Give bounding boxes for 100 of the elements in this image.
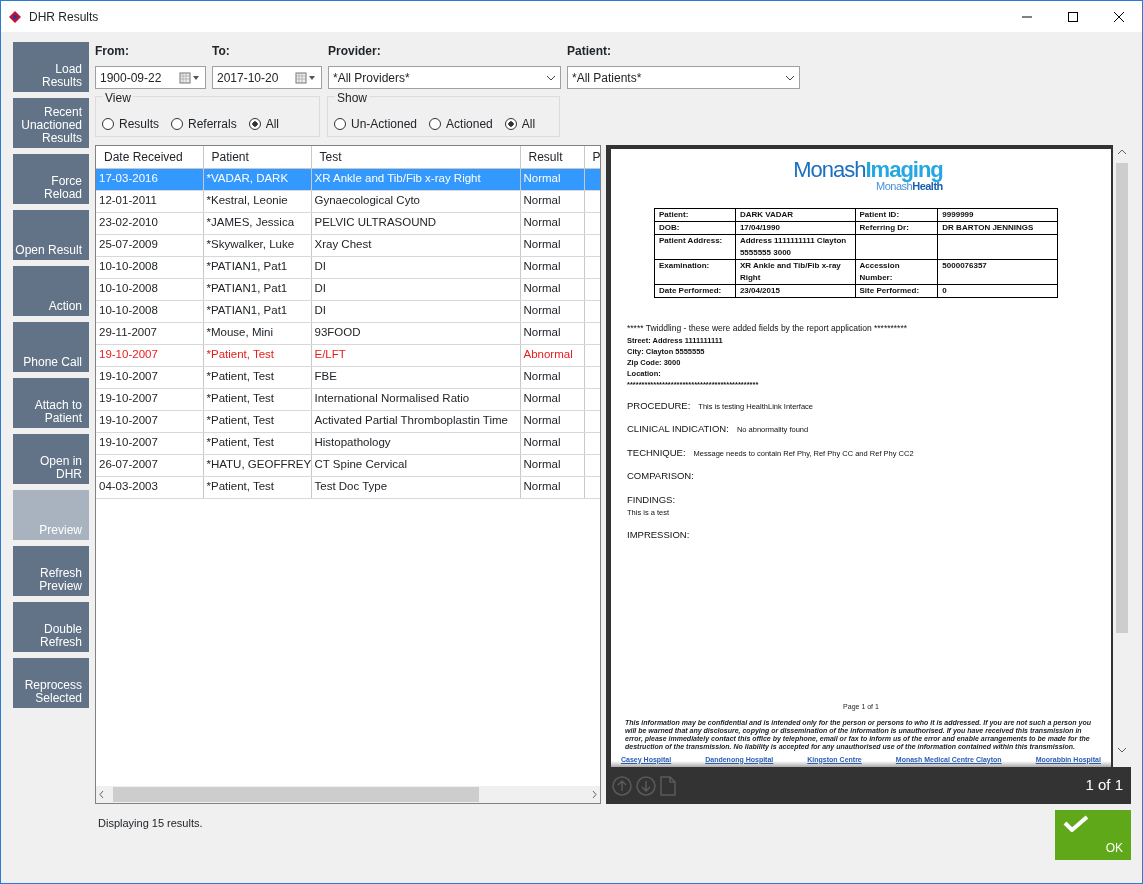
table-cell: *Patient, Test xyxy=(203,366,311,388)
field-label: Provider: xyxy=(328,43,382,60)
table-cell: 12-01-2011 xyxy=(96,190,203,212)
radio-label[interactable]: Referrals xyxy=(188,115,237,133)
table-cell: *Patient, Test xyxy=(203,432,311,454)
page-counter: 1 of 1 xyxy=(1085,775,1124,796)
close-icon xyxy=(1114,11,1124,22)
table-cell: PELVIC ULTRASOUND xyxy=(311,212,520,234)
table-cell: 25-07-2009 xyxy=(96,234,203,256)
table-cell: 19-10-2007 xyxy=(96,344,203,366)
table-cell: 04-03-2003 xyxy=(96,476,203,498)
column-header[interactable]: Result xyxy=(520,146,584,168)
dropdown[interactable]: *All Providers* xyxy=(328,66,561,89)
table-cell: 19-10-2007 xyxy=(96,388,203,410)
sidebar-button[interactable]: Attach to Patient xyxy=(13,378,89,428)
sidebar-button[interactable]: Force Reload xyxy=(13,154,89,204)
table-cell: 10-10-2008 xyxy=(96,278,203,300)
table-cell: DI xyxy=(311,300,520,322)
app-icon xyxy=(9,10,21,23)
table-cell: *Skywalker, Luke xyxy=(203,234,311,256)
table-cell: Normal xyxy=(520,366,584,388)
table-cell: 19-10-2007 xyxy=(96,366,203,388)
column-header[interactable]: Patient xyxy=(203,146,311,168)
sidebar-button[interactable]: Open Result xyxy=(13,210,89,260)
report-text: ***** Twiddling - these were added fields by the report application ********** xyxy=(627,322,909,335)
table-cell: FBE xyxy=(311,366,520,388)
table-cell: DI xyxy=(311,278,520,300)
radio-label[interactable]: All xyxy=(521,115,536,133)
sidebar-button[interactable]: Load Results xyxy=(13,42,89,92)
report-field: DOB: xyxy=(659,223,680,232)
table-cell: Normal xyxy=(520,454,584,476)
radio-label[interactable]: Un-Actioned xyxy=(351,115,418,133)
calendar-icon[interactable] xyxy=(295,71,317,84)
radio-button[interactable] xyxy=(248,118,261,130)
table-cell: CT Spine Cervical xyxy=(311,454,520,476)
table-cell: *JAMES, Jessica xyxy=(203,212,311,234)
radio-label[interactable]: Results xyxy=(119,115,159,133)
table-cell: 10-10-2008 xyxy=(96,300,203,322)
table-cell: *Patient, Test xyxy=(203,410,311,432)
table-cell: *Mouse, Mini xyxy=(203,322,311,344)
section-heading: PROCEDURE: xyxy=(627,399,691,411)
radio-button[interactable] xyxy=(429,118,442,130)
table-cell: Normal xyxy=(520,388,584,410)
table-cell: Test Doc Type xyxy=(311,476,520,498)
table-cell: *PATIAN1, Pat1 xyxy=(203,278,311,300)
table-cell: *PATIAN1, Pat1 xyxy=(203,256,311,278)
table-cell: Normal xyxy=(520,190,584,212)
section-heading: TECHNIQUE: xyxy=(627,446,686,458)
checkmark-icon xyxy=(1063,814,1089,832)
table-cell: Normal xyxy=(520,300,584,322)
window-title: DHR Results xyxy=(29,8,100,26)
table-cell: *PATIAN1, Pat1 xyxy=(203,300,311,322)
radio-button[interactable] xyxy=(334,118,346,130)
status-text: Displaying 15 results. xyxy=(97,816,204,831)
report-field: 0 xyxy=(942,286,947,295)
radio-label[interactable]: All xyxy=(265,115,280,133)
table-cell: Normal xyxy=(520,212,584,234)
table-cell: Gynaecological Cyto xyxy=(311,190,520,212)
maximize-icon xyxy=(1068,11,1078,22)
section-heading: FINDINGS: xyxy=(627,493,676,505)
radio-button[interactable] xyxy=(102,118,114,130)
table-cell: *Patient, Test xyxy=(203,344,311,366)
sidebar-button[interactable]: Phone Call xyxy=(13,322,89,372)
section-heading: IMPRESSION: xyxy=(627,528,690,540)
table-cell: 29-11-2007 xyxy=(96,322,203,344)
table-cell: 26-07-2007 xyxy=(96,454,203,476)
radio-label[interactable]: Actioned xyxy=(446,115,493,133)
report-field: 5000076357 xyxy=(942,261,987,270)
table-cell: Xray Chest xyxy=(311,234,520,256)
table-cell: Histopathology xyxy=(311,432,520,454)
date-picker[interactable]: 1900-09-22 xyxy=(95,66,206,89)
radio-button[interactable] xyxy=(504,118,517,130)
table-cell: *Patient, Test xyxy=(203,388,311,410)
table-cell: Normal xyxy=(520,256,584,278)
calendar-icon[interactable] xyxy=(179,71,201,84)
sidebar-button[interactable]: Refresh Preview xyxy=(13,546,89,596)
sidebar-button[interactable]: Double Refresh xyxy=(13,602,89,652)
table-cell: Normal xyxy=(520,234,584,256)
field-label: Patient: xyxy=(567,43,612,60)
column-header[interactable]: Test xyxy=(311,146,520,168)
section-heading: CLINICAL INDICATION: xyxy=(627,423,729,435)
table-cell: 10-10-2008 xyxy=(96,256,203,278)
sidebar-button[interactable]: Recent Unactioned Results xyxy=(13,98,89,148)
table-cell: 17-03-2016 xyxy=(96,168,203,190)
table-cell: 23-02-2010 xyxy=(96,212,203,234)
table-cell: Normal xyxy=(520,322,584,344)
table-cell: *Patient, Test xyxy=(203,476,311,498)
radio-button[interactable] xyxy=(171,118,183,130)
table-cell: 19-10-2007 xyxy=(96,410,203,432)
sidebar-button[interactable]: Reprocess Selected xyxy=(13,658,89,708)
table-cell: 93FOOD xyxy=(311,322,520,344)
horizontal-scrollbar[interactable] xyxy=(96,786,600,803)
sidebar-button[interactable]: Action xyxy=(13,266,89,316)
sidebar-button[interactable]: Open in DHR xyxy=(13,434,89,484)
table-cell: Normal xyxy=(520,476,584,498)
dropdown[interactable]: *All Patients* xyxy=(567,66,800,89)
table-cell: E/LFT xyxy=(311,344,520,366)
column-header[interactable]: Date Received xyxy=(96,146,203,168)
date-picker[interactable]: 2017-10-20 xyxy=(212,66,322,89)
table-cell: Normal xyxy=(520,432,584,454)
